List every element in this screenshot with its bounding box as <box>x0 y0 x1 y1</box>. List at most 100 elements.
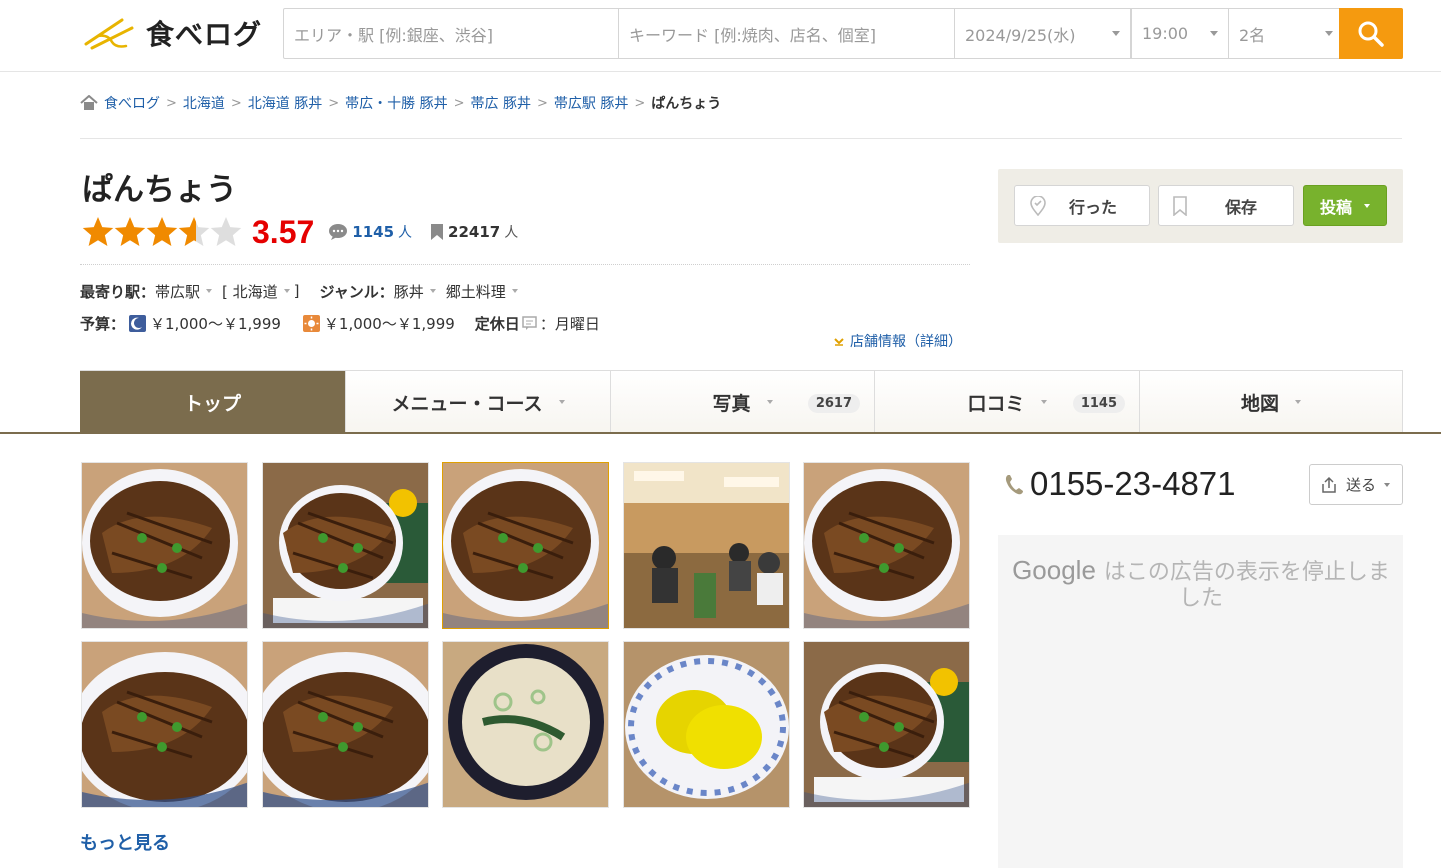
breadcrumb-current: ぱんちょう <box>651 96 722 112</box>
photo-thumbnail[interactable] <box>81 641 248 808</box>
region[interactable]: [ 北海道 <box>222 281 278 302</box>
station-genre-row: 最寄り駅： 帯広駅 [ 北海道 ] ジャンル： 豚丼 郷土料理 <box>80 279 528 303</box>
tab-label: 写真 <box>712 392 751 415</box>
share-icon <box>1322 476 1336 493</box>
breadcrumb-link-obihiro[interactable]: 帯広 豚丼 <box>471 93 531 113</box>
bookmark-icon <box>431 224 444 240</box>
save-count-value: 22417 <box>448 223 501 241</box>
date-select[interactable]: 2024/9/25(水) <box>955 9 1131 58</box>
time-value: 19:00 <box>1142 24 1189 43</box>
area-search-input[interactable]: エリア・駅 [例:銀座、渋谷] <box>284 9 619 58</box>
rating-score: 3.57 <box>252 213 315 250</box>
breadcrumb-separator-icon: > <box>328 95 340 111</box>
tabelog-logo[interactable]: 食べログ <box>82 14 262 52</box>
breadcrumb-link-obihiro-tokachi[interactable]: 帯広・十勝 豚丼 <box>345 93 447 113</box>
genre-item[interactable]: 郷土料理 <box>446 281 506 302</box>
home-icon <box>80 95 98 110</box>
budget-holiday-row: 予算： ￥1,000～￥1,999 ￥1,000～￥1,999 定休日 ： 月曜… <box>80 311 600 335</box>
calendar-note-icon <box>522 316 537 330</box>
phone-value: 0155-23-4871 <box>1030 465 1236 502</box>
chevron-down-icon <box>766 400 773 404</box>
chevron-down-icon <box>1210 31 1218 36</box>
photo-thumbnail[interactable] <box>262 641 429 808</box>
breadcrumb-link-obihiro-station[interactable]: 帯広駅 豚丼 <box>554 93 628 113</box>
breadcrumb-link-hokkaido-butadon[interactable]: 北海道 豚丼 <box>248 93 322 113</box>
photo-thumbnail[interactable] <box>623 641 790 808</box>
time-select[interactable]: 19:00 <box>1131 9 1228 58</box>
budget-lunch: ￥1,000～￥1,999 <box>323 314 455 333</box>
tab-top[interactable]: トップ <box>80 371 345 433</box>
breadcrumb-separator-icon: > <box>634 95 646 111</box>
phone-number[interactable]: 0155-23-4871 <box>1004 464 1236 504</box>
search-bar: エリア・駅 [例:銀座、渋谷] キーワード [例:焼肉、店名、個室] 2024/… <box>283 8 1403 59</box>
breadcrumb-separator-icon: > <box>230 95 242 111</box>
tab-menu-course[interactable]: メニュー・コース <box>345 371 610 433</box>
review-count-badge: 1145 <box>1072 394 1125 413</box>
chevron-down-icon[interactable] <box>511 289 518 293</box>
site-header: 食べログ エリア・駅 [例:銀座、渋谷] キーワード [例:焼肉、店名、個室] … <box>0 0 1441 72</box>
region-close: ] <box>293 282 300 300</box>
chevron-down-icon <box>1364 203 1370 208</box>
keyword-search-input[interactable]: キーワード [例:焼肉、店名、個室] <box>619 9 955 58</box>
search-icon <box>1358 21 1384 47</box>
chevron-down-icon[interactable] <box>283 289 290 293</box>
tab-reviews[interactable]: 口コミ 1145 <box>874 371 1139 433</box>
chevron-down-icon <box>1112 31 1120 36</box>
review-count[interactable]: 1145 人 <box>328 222 412 242</box>
tab-photos[interactable]: 写真 2617 <box>610 371 874 433</box>
people-value: 2名 <box>1239 25 1266 45</box>
chevron-down-icon[interactable] <box>429 289 436 293</box>
photo-thumbnail[interactable] <box>442 641 609 808</box>
tabs-underline <box>0 432 1441 434</box>
photo-thumbnail[interactable] <box>81 462 248 629</box>
rating-stars <box>82 214 242 250</box>
restaurant-tabs: トップ メニュー・コース 写真 2617 口コミ 1145 地図 <box>80 370 1403 433</box>
save-label: 保存 <box>1225 197 1258 217</box>
nearest-station[interactable]: 帯広駅 <box>155 281 200 302</box>
breadcrumb: 食べログ > 北海道 > 北海道 豚丼 > 帯広・十勝 豚丼 > 帯広 豚丼 >… <box>80 92 721 114</box>
people-select[interactable]: 2名 <box>1228 9 1344 58</box>
star-icon <box>178 217 210 246</box>
more-photos-link[interactable]: もっと見る <box>80 829 170 855</box>
review-count-unit: 人 <box>398 225 413 241</box>
tab-map[interactable]: 地図 <box>1139 371 1402 433</box>
lunch-sun-icon <box>302 314 320 332</box>
star-icon <box>82 217 114 246</box>
breadcrumb-separator-icon: > <box>536 95 548 111</box>
nearest-station-label: 最寄り駅： <box>80 282 156 301</box>
store-detail-label: 店舗情報（詳細） <box>850 334 962 350</box>
photo-thumbnail[interactable] <box>803 462 970 629</box>
dinner-moon-icon <box>129 314 147 332</box>
post-review-button[interactable]: 投稿 <box>1303 185 1387 226</box>
holiday-label: 定休日 <box>474 314 520 333</box>
send-share-button[interactable]: 送る <box>1309 464 1403 505</box>
star-icon <box>210 217 242 246</box>
chevron-down-icon <box>1384 482 1391 487</box>
tab-label: 地図 <box>1240 392 1279 415</box>
went-label: 行った <box>1069 197 1118 217</box>
breadcrumb-link-home[interactable]: 食べログ <box>104 93 160 113</box>
store-detail-link[interactable]: 店舗情報（詳細） <box>834 331 962 351</box>
star-icon <box>146 217 178 246</box>
bookmark-icon <box>1173 195 1187 216</box>
went-button[interactable]: 行った <box>1014 185 1150 226</box>
review-count-value: 1145 <box>352 223 395 241</box>
star-rating-icon <box>82 217 242 246</box>
search-button[interactable] <box>1339 8 1403 59</box>
photo-thumbnail[interactable] <box>442 462 609 629</box>
chevron-down-icon <box>1325 31 1333 36</box>
post-label: 投稿 <box>1319 197 1352 217</box>
save-button[interactable]: 保存 <box>1158 185 1294 226</box>
chevron-down-icon <box>558 400 565 404</box>
photo-thumbnail[interactable] <box>262 462 429 629</box>
photo-thumbnail[interactable] <box>623 462 790 629</box>
breadcrumb-link-hokkaido[interactable]: 北海道 <box>183 93 225 113</box>
holiday-separator: ： <box>539 314 555 333</box>
photo-thumbnail[interactable] <box>803 641 970 808</box>
action-panel: 行った 保存 投稿 <box>998 169 1403 243</box>
chevron-down-icon[interactable] <box>206 289 213 293</box>
star-icon <box>114 217 146 246</box>
genre-item[interactable]: 豚丼 <box>394 281 424 302</box>
date-value: 2024/9/25(水) <box>965 25 1076 45</box>
rating-row: 3.57 1145 人 22417 人 <box>82 212 536 252</box>
